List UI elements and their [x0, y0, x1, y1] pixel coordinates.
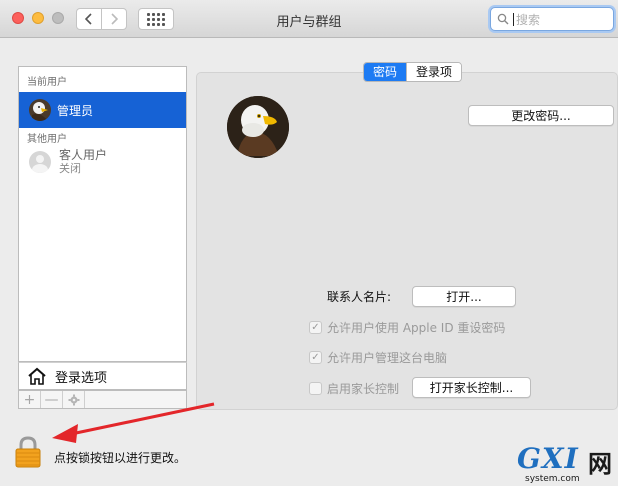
guest-info: 客人用户 关闭 — [59, 148, 107, 176]
title-bar: 用户与群组 搜索 — [0, 0, 618, 38]
padlock-icon — [15, 436, 41, 468]
watermark-logo-text: GXI — [517, 442, 579, 475]
checkbox-row-apple-id[interactable]: ✓ 允许用户使用 Apple ID 重设密码 — [309, 319, 505, 336]
user-picture[interactable] — [227, 96, 289, 158]
search-input[interactable]: 搜索 — [490, 7, 614, 31]
site-watermark: GXI 网 system.com — [517, 442, 617, 486]
watermark-domain: system.com — [525, 474, 580, 484]
tab-login-items[interactable]: 登录项 — [406, 63, 462, 81]
lock-button[interactable] — [13, 436, 43, 468]
annotation-arrow-icon — [52, 402, 215, 443]
tab-bar: 密码 登录项 — [363, 62, 463, 82]
guest-avatar-icon — [29, 151, 51, 173]
watermark-cn-text: 网 — [588, 450, 612, 478]
search-icon — [497, 13, 509, 25]
add-user-button[interactable]: + — [19, 391, 41, 408]
guest-status: 关闭 — [59, 162, 81, 175]
checkbox-apple-id[interactable]: ✓ — [309, 321, 322, 334]
user-avatar — [29, 99, 51, 121]
checkbox-parental-controls[interactable] — [309, 382, 322, 395]
checkbox-row-admin[interactable]: ✓ 允许用户管理这台电脑 — [309, 349, 447, 366]
user-name-admin: 管理员 — [57, 103, 94, 118]
current-users-header: 当前用户 — [27, 77, 67, 88]
user-row-admin[interactable]: 管理员 — [19, 92, 186, 128]
checkbox-row-parental[interactable]: 启用家长控制 — [309, 380, 399, 397]
tab-password[interactable]: 密码 — [364, 63, 407, 81]
checkbox-allow-admin-label: 允许用户管理这台电脑 — [327, 351, 448, 365]
user-row-guest[interactable]: 客人用户 关闭 — [19, 144, 186, 180]
users-list: 当前用户 管理员 其他用户 客人用户 关闭 — [18, 66, 187, 362]
open-contact-card-button[interactable]: 打开... — [412, 286, 516, 307]
contact-card-label: 联系人名片: — [327, 290, 392, 304]
search-placeholder: 搜索 — [516, 12, 541, 27]
guest-name: 客人用户 — [59, 148, 108, 162]
house-icon — [28, 367, 46, 385]
lock-hint-text: 点按锁按钮以进行更改。 — [54, 451, 187, 465]
checkbox-apple-id-label: 允许用户使用 Apple ID 重设密码 — [327, 321, 506, 335]
checkbox-parental-label: 启用家长控制 — [327, 382, 400, 396]
text-cursor — [513, 12, 514, 26]
other-users-header: 其他用户 — [27, 134, 67, 145]
login-options-label: 登录选项 — [55, 370, 108, 386]
login-options-item[interactable]: 登录选项 — [18, 362, 187, 390]
open-parental-controls-button[interactable]: 打开家长控制... — [412, 377, 531, 398]
checkbox-allow-admin[interactable]: ✓ — [309, 351, 322, 364]
change-password-button[interactable]: 更改密码... — [468, 105, 614, 126]
